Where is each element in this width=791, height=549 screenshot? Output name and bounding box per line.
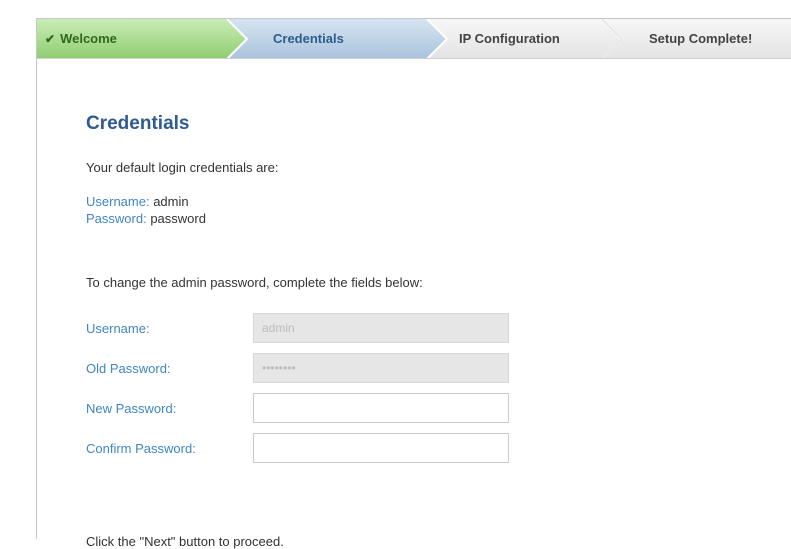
confirm-password-field[interactable] [253, 433, 509, 463]
username-field [253, 313, 509, 343]
step-welcome-label: Welcome [60, 31, 117, 46]
new-password-row: New Password: [86, 393, 526, 425]
default-username-line: Username: admin [86, 194, 189, 209]
default-password-value: password [150, 211, 206, 226]
step-welcome[interactable]: ✔ Welcome [45, 19, 117, 59]
step-setup-complete[interactable]: Setup Complete! [649, 19, 752, 59]
change-password-instructions: To change the admin password, complete t… [86, 275, 423, 290]
username-row: Username: [86, 313, 526, 345]
wizard-progress-bar: ✔ Welcome Credentials IP Configuration Se… [37, 19, 791, 59]
new-password-field[interactable] [253, 393, 509, 423]
default-username-key: Username: [86, 194, 150, 209]
step-ip-configuration[interactable]: IP Configuration [459, 19, 560, 59]
default-password-line: Password: password [86, 211, 206, 226]
old-password-field [253, 353, 509, 383]
wizard-panel: ✔ Welcome Credentials IP Configuration Se… [36, 18, 791, 549]
default-username-value: admin [153, 194, 189, 209]
page-title: Credentials [86, 113, 190, 134]
username-label: Username: [86, 321, 150, 336]
new-password-label: New Password: [86, 401, 177, 416]
default-password-key: Password: [86, 211, 147, 226]
intro-text: Your default login credentials are: [86, 160, 279, 175]
step-credentials[interactable]: Credentials [273, 19, 344, 59]
confirm-password-label: Confirm Password: [86, 441, 196, 456]
check-icon: ✔ [45, 32, 56, 46]
old-password-row: Old Password: [86, 353, 526, 385]
old-password-label: Old Password: [86, 361, 171, 376]
confirm-password-row: Confirm Password: [86, 433, 526, 465]
footer-instructions: Click the "Next" button to proceed. [86, 534, 284, 549]
